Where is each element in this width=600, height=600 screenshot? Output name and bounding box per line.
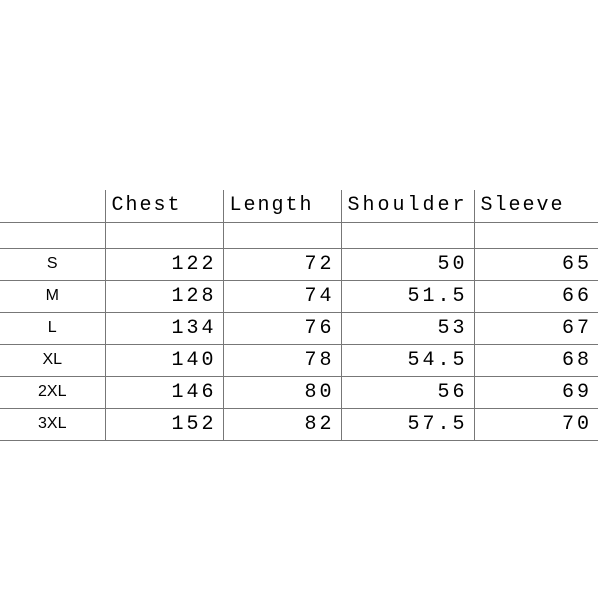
- cell-sleeve: 68: [474, 344, 598, 376]
- col-header-length: Length: [223, 190, 341, 222]
- cell-shoulder: 54.5: [341, 344, 474, 376]
- spacer-row: [0, 222, 598, 248]
- cell-length: 80: [223, 376, 341, 408]
- cell-length: 82: [223, 408, 341, 440]
- col-header-chest: Chest: [105, 190, 223, 222]
- cell-shoulder: 53: [341, 312, 474, 344]
- cell-size: 2XL: [0, 376, 105, 408]
- cell-sleeve: 70: [474, 408, 598, 440]
- table-row: S 122 72 50 65: [0, 248, 598, 280]
- cell-chest: 128: [105, 280, 223, 312]
- table-row: M 128 74 51.5 66: [0, 280, 598, 312]
- cell-size: XL: [0, 344, 105, 376]
- cell-size: 3XL: [0, 408, 105, 440]
- cell-chest: 134: [105, 312, 223, 344]
- col-header-sleeve: Sleeve: [474, 190, 598, 222]
- table-row: L 134 76 53 67: [0, 312, 598, 344]
- cell-sleeve: 69: [474, 376, 598, 408]
- cell-size: M: [0, 280, 105, 312]
- cell-sleeve: 66: [474, 280, 598, 312]
- cell-length: 78: [223, 344, 341, 376]
- cell-size: L: [0, 312, 105, 344]
- header-row: Chest Length Shoulder Sleeve: [0, 190, 598, 222]
- cell-shoulder: 57.5: [341, 408, 474, 440]
- cell-chest: 146: [105, 376, 223, 408]
- cell-shoulder: 56: [341, 376, 474, 408]
- cell-sleeve: 65: [474, 248, 598, 280]
- size-chart-table: Chest Length Shoulder Sleeve S 122 72 50…: [0, 190, 598, 441]
- cell-shoulder: 50: [341, 248, 474, 280]
- table-row: 2XL 146 80 56 69: [0, 376, 598, 408]
- cell-length: 74: [223, 280, 341, 312]
- cell-chest: 152: [105, 408, 223, 440]
- cell-chest: 140: [105, 344, 223, 376]
- cell-size: S: [0, 248, 105, 280]
- col-header-shoulder: Shoulder: [341, 190, 474, 222]
- cell-length: 72: [223, 248, 341, 280]
- table-row: 3XL 152 82 57.5 70: [0, 408, 598, 440]
- col-header-size: [0, 190, 105, 222]
- table-row: XL 140 78 54.5 68: [0, 344, 598, 376]
- cell-sleeve: 67: [474, 312, 598, 344]
- cell-chest: 122: [105, 248, 223, 280]
- cell-length: 76: [223, 312, 341, 344]
- cell-shoulder: 51.5: [341, 280, 474, 312]
